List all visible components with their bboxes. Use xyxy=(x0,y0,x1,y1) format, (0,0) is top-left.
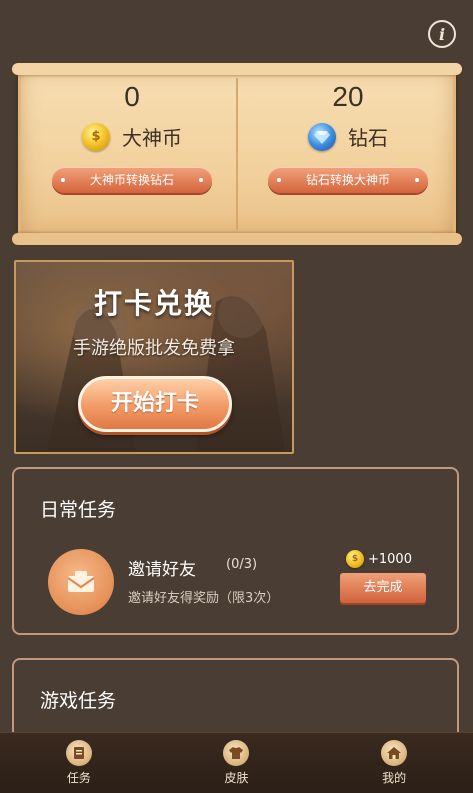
bottom-nav: 任务 皮肤 我的 xyxy=(0,732,473,793)
task-name: 邀请好友 xyxy=(128,560,196,580)
task-icon xyxy=(65,740,92,766)
nav-item-tasks[interactable]: 任务 xyxy=(39,740,119,786)
shirt-icon xyxy=(223,740,250,766)
coin-balance: 0 $ 大神币 大神币转换钻石 xyxy=(32,80,232,193)
complete-task-button[interactable]: 去完成 xyxy=(340,573,426,603)
diamond-balance: 20 钻石 钻石转换大神币 xyxy=(248,80,448,193)
banner-title: 打卡兑换 xyxy=(93,287,214,320)
reward-coin-icon: $ xyxy=(346,550,364,568)
diamond-label: 钻石 xyxy=(348,126,388,150)
diamonds-to-coins-button[interactable]: 钻石转换大神币 xyxy=(268,167,428,193)
game-tasks-title: 游戏任务 xyxy=(40,690,117,712)
wallet-panel: 0 $ 大神币 大神币转换钻石 20 钻石 钻石转换大神币 xyxy=(12,63,462,245)
info-icon[interactable]: i xyxy=(428,20,456,48)
task-description: 邀请好友得奖励（限3次） xyxy=(128,591,280,606)
coin-icon: $ xyxy=(82,122,110,151)
nav-label-tasks: 任务 xyxy=(66,771,91,785)
nav-item-skins[interactable]: 皮肤 xyxy=(196,740,276,786)
coins-to-diamonds-button[interactable]: 大神币转换钻石 xyxy=(52,167,212,193)
nav-item-mine[interactable]: 我的 xyxy=(354,740,434,786)
wallet-divider xyxy=(236,78,238,230)
envelope-icon xyxy=(48,549,114,615)
reward-amount: +1000 xyxy=(368,551,412,567)
nav-label-skins: 皮肤 xyxy=(224,771,249,785)
home-icon xyxy=(381,740,408,766)
checkin-banner[interactable]: 打卡兑换 手游绝版批发免费拿 开始打卡 xyxy=(14,260,294,454)
coin-label: 大神币 xyxy=(122,126,182,150)
diamond-icon xyxy=(308,122,336,151)
coin-value: 0 xyxy=(124,81,140,112)
nav-label-mine: 我的 xyxy=(382,771,407,785)
banner-subtitle: 手游绝版批发免费拿 xyxy=(73,338,235,359)
daily-tasks-card: 日常任务 邀请好友 (0/3) 邀请好友得奖励（限3次） $ +1000 去完成 xyxy=(12,467,459,635)
task-reward: $ +1000 xyxy=(346,550,412,568)
start-checkin-button[interactable]: 开始打卡 xyxy=(78,376,232,432)
diamond-value: 20 xyxy=(332,81,364,112)
daily-tasks-title: 日常任务 xyxy=(40,499,117,521)
task-progress: (0/3) xyxy=(226,557,258,572)
